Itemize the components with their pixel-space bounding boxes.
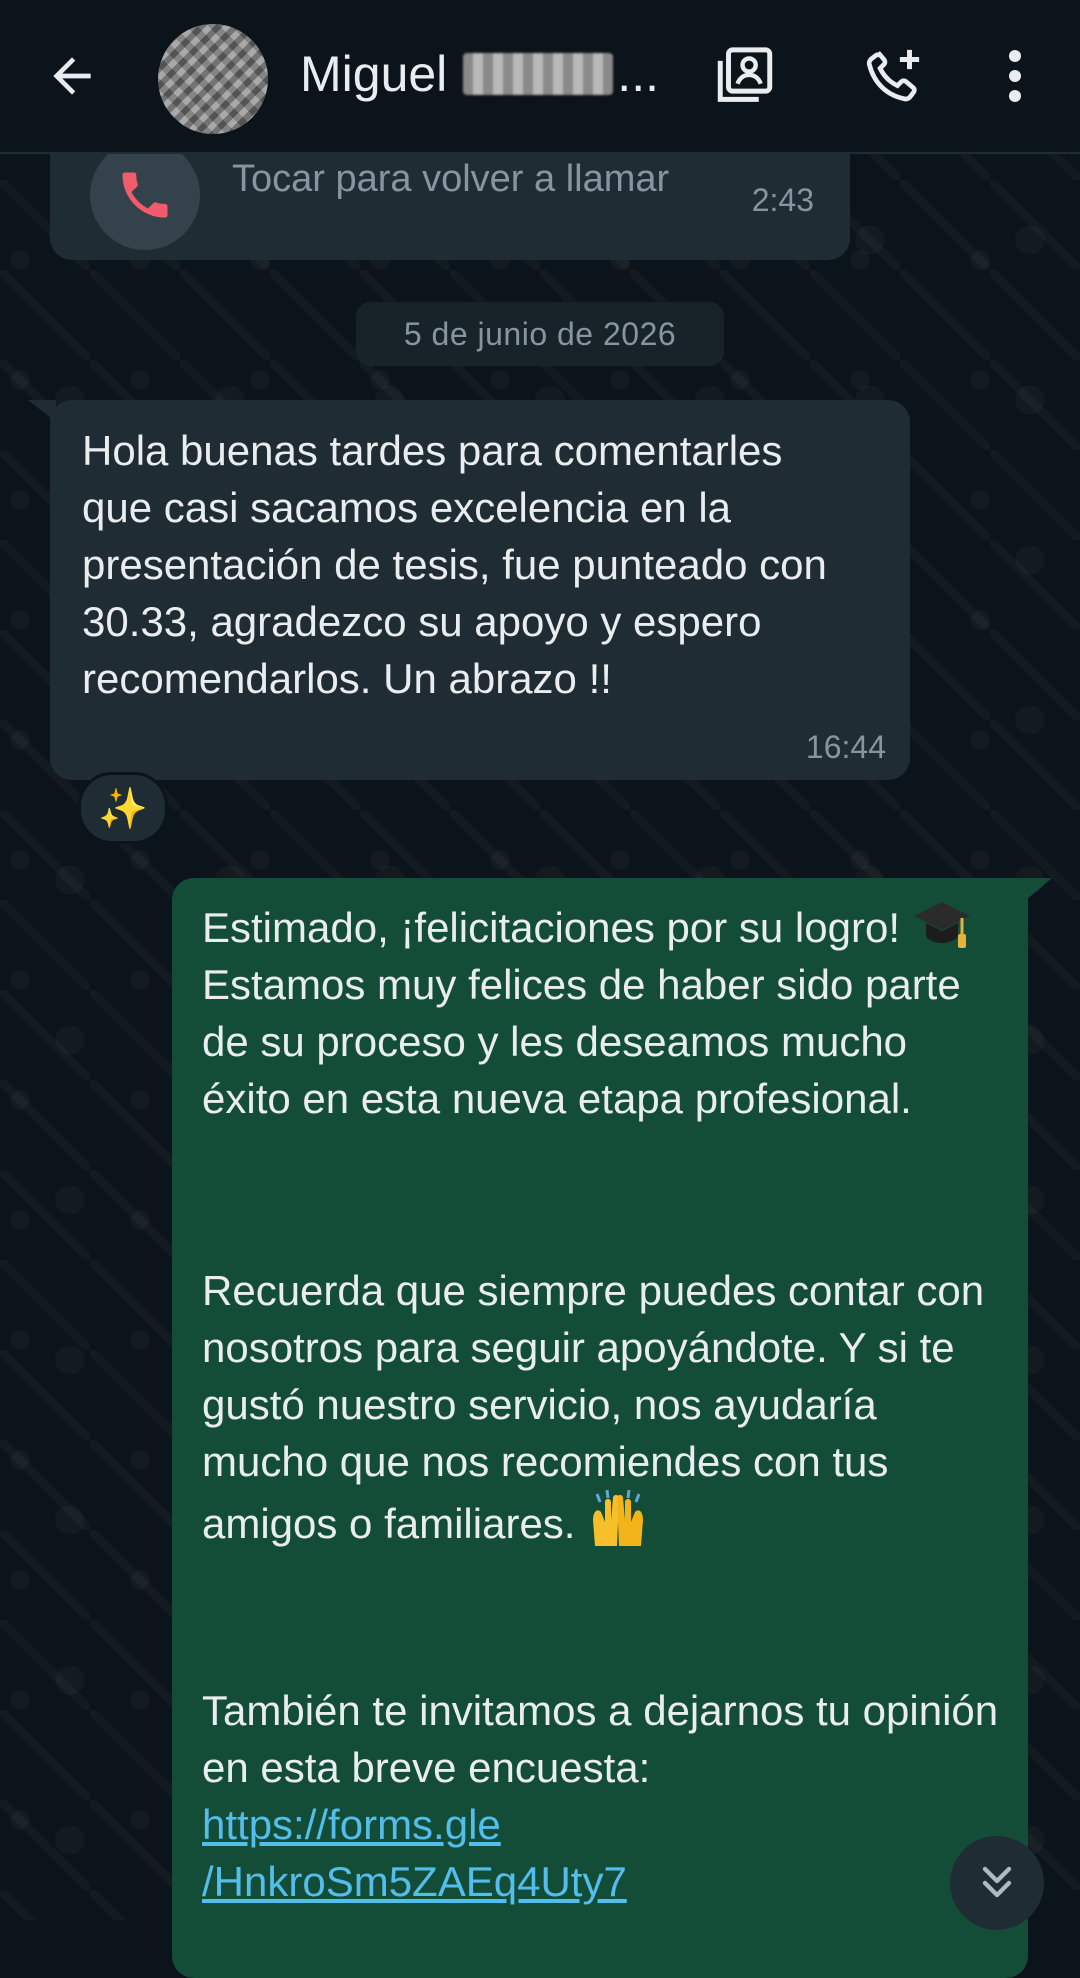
raising-hands-emoji (593, 1490, 644, 1546)
redacted-surname (463, 53, 614, 95)
call-time: 2:43 (751, 182, 814, 218)
missed-call-icon (122, 172, 168, 218)
incoming-message-time: 16:44 (805, 729, 886, 765)
survey-link-line-2[interactable]: /HnkroSm5ZAEq4Uty7 (202, 1853, 1002, 1910)
incoming-message-text: Hola buenas tardes para comentarles que … (82, 427, 839, 702)
add-call-icon (866, 49, 920, 102)
add-call-button[interactable] (848, 36, 938, 116)
graduation-cap-emoji (913, 902, 970, 948)
arrow-left-icon (53, 57, 91, 95)
outgoing-paragraph-1: Estimado, ¡felicitaciones por su logro! … (202, 896, 1002, 1127)
message-reaction[interactable]: ✨ (78, 772, 168, 844)
back-button[interactable] (30, 36, 114, 116)
call-bubble-text: Tocar para volver a llamar (232, 158, 670, 200)
contact-info-button[interactable] (700, 36, 790, 116)
date-separator: 5 de junio de 2026 (356, 302, 724, 366)
outgoing-bubble-tail (1026, 878, 1052, 900)
survey-link-line-1[interactable]: https://forms.gle (202, 1796, 1002, 1853)
outgoing-message-bubble[interactable]: Estimado, ¡felicitaciones por su logro! … (172, 878, 1028, 1978)
contact-card-icon (717, 47, 773, 102)
para3-text: También te invitamos a dejarnos tu opini… (202, 1687, 999, 1791)
more-options-button[interactable] (990, 36, 1040, 116)
name-ellipsis: ... (617, 46, 659, 102)
more-vertical-icon (1009, 50, 1021, 102)
sparkles-icon: ✨ (98, 786, 148, 831)
para1-text-start: Estimado, ¡felicitaciones por su logro! (202, 904, 912, 951)
outgoing-paragraph-2: Recuerda que siempre puedes contar con n… (202, 1262, 1002, 1552)
chat-header: Miguel ... (0, 0, 1080, 154)
contact-name[interactable]: Miguel ... (300, 44, 659, 104)
double-chevron-down-icon (982, 1866, 1012, 1898)
missed-call-icon-circle (90, 140, 200, 250)
contact-avatar[interactable] (158, 24, 268, 134)
incoming-message-bubble[interactable]: Hola buenas tardes para comentarles que … (50, 400, 910, 780)
scroll-to-bottom-button[interactable] (950, 1836, 1044, 1930)
contact-name-text: Miguel (300, 46, 448, 102)
outgoing-paragraph-3: También te invitamos a dejarnos tu opini… (202, 1682, 1002, 1910)
para1-text-end: Estamos muy felices de haber sido parte … (202, 961, 961, 1122)
